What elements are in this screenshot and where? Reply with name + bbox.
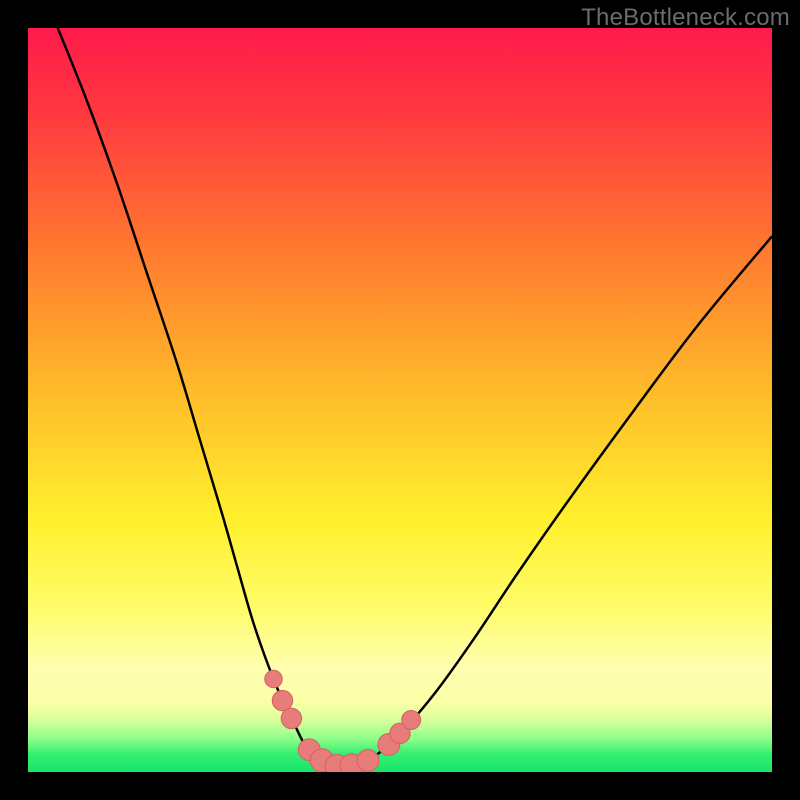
benchmark-point [402, 710, 421, 729]
chart-frame: TheBottleneck.com [0, 0, 800, 800]
benchmark-point [272, 690, 292, 710]
benchmark-point [357, 750, 379, 772]
benchmark-point [281, 708, 301, 728]
bottleneck-chart [28, 28, 772, 772]
benchmark-point [265, 670, 283, 688]
plot-area [28, 28, 772, 772]
gradient-background [28, 28, 772, 772]
